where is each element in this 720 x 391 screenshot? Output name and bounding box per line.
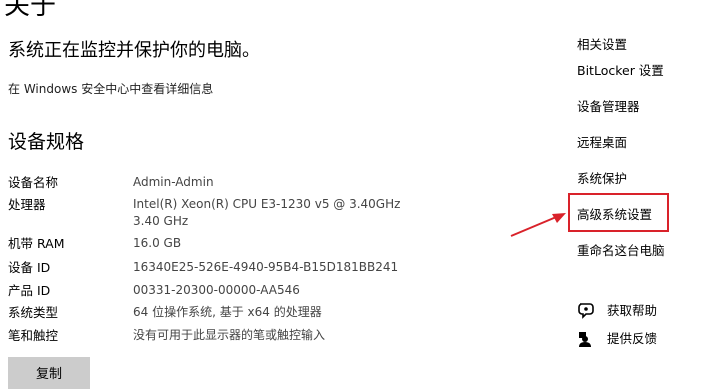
security-status-text: 系统正在监控并保护你的电脑。 xyxy=(8,40,260,61)
feedback-item[interactable]: 提供反馈 xyxy=(577,330,697,350)
spec-row-processor: 处理器 Intel(R) Xeon(R) CPU E3-1230 v5 @ 3.… xyxy=(0,196,560,228)
spec-value: 没有可用于此显示器的笔或触控输入 xyxy=(133,328,326,342)
copy-button-label: 复制 xyxy=(35,367,62,382)
windows-security-link[interactable]: 在 Windows 安全中心中查看详细信息 xyxy=(8,81,213,97)
get-help-label: 获取帮助 xyxy=(607,303,658,318)
help-chat-icon xyxy=(578,303,594,319)
device-specs-heading: 设备规格 xyxy=(8,131,85,153)
spec-label: 设备 ID xyxy=(8,260,51,275)
spec-label: 产品 ID xyxy=(8,283,51,298)
feedback-label: 提供反馈 xyxy=(607,331,658,346)
spec-row-device-name: 设备名称 Admin-Admin xyxy=(0,174,560,194)
spec-row-system-type: 系统类型 64 位操作系统, 基于 x64 的处理器 xyxy=(0,304,560,324)
get-help-item[interactable]: 获取帮助 xyxy=(577,302,697,322)
feedback-person-icon xyxy=(579,332,591,347)
spec-label: 处理器 xyxy=(8,197,46,212)
bitlocker-settings-link[interactable]: BitLocker 设置 xyxy=(577,62,664,80)
device-manager-link[interactable]: 设备管理器 xyxy=(577,98,640,116)
spec-label: 系统类型 xyxy=(8,305,59,320)
related-settings-heading: 相关设置 xyxy=(577,37,628,52)
spec-row-device-id: 设备 ID 16340E25-526E-4940-95B4-B15D181BB2… xyxy=(0,259,560,279)
spec-label: 笔和触控 xyxy=(8,328,59,343)
spec-value: 00331-20300-00000-AA546 xyxy=(133,283,300,297)
spec-label: 设备名称 xyxy=(8,175,59,190)
spec-value: Admin-Admin xyxy=(133,175,214,189)
spec-value: 16.0 GB xyxy=(133,236,182,250)
page-title: 关于 xyxy=(4,0,57,21)
spec-row-pen-touch: 笔和触控 没有可用于此显示器的笔或触控输入 xyxy=(0,327,560,347)
system-protection-link[interactable]: 系统保护 xyxy=(577,170,627,188)
spec-row-product-id: 产品 ID 00331-20300-00000-AA546 xyxy=(0,282,560,302)
rename-pc-link[interactable]: 重命名这台电脑 xyxy=(577,242,665,260)
spec-value: Intel(R) Xeon(R) CPU E3-1230 v5 @ 3.40GH… xyxy=(133,197,401,228)
spec-label: 机带 RAM xyxy=(8,236,65,251)
highlight-box xyxy=(568,193,669,232)
spec-value: 64 位操作系统, 基于 x64 的处理器 xyxy=(133,305,322,319)
copy-button[interactable]: 复制 xyxy=(8,357,90,389)
remote-desktop-link[interactable]: 远程桌面 xyxy=(577,134,627,152)
spec-value: 16340E25-526E-4940-95B4-B15D181BB241 xyxy=(133,260,399,274)
spec-row-ram: 机带 RAM 16.0 GB xyxy=(0,235,560,255)
